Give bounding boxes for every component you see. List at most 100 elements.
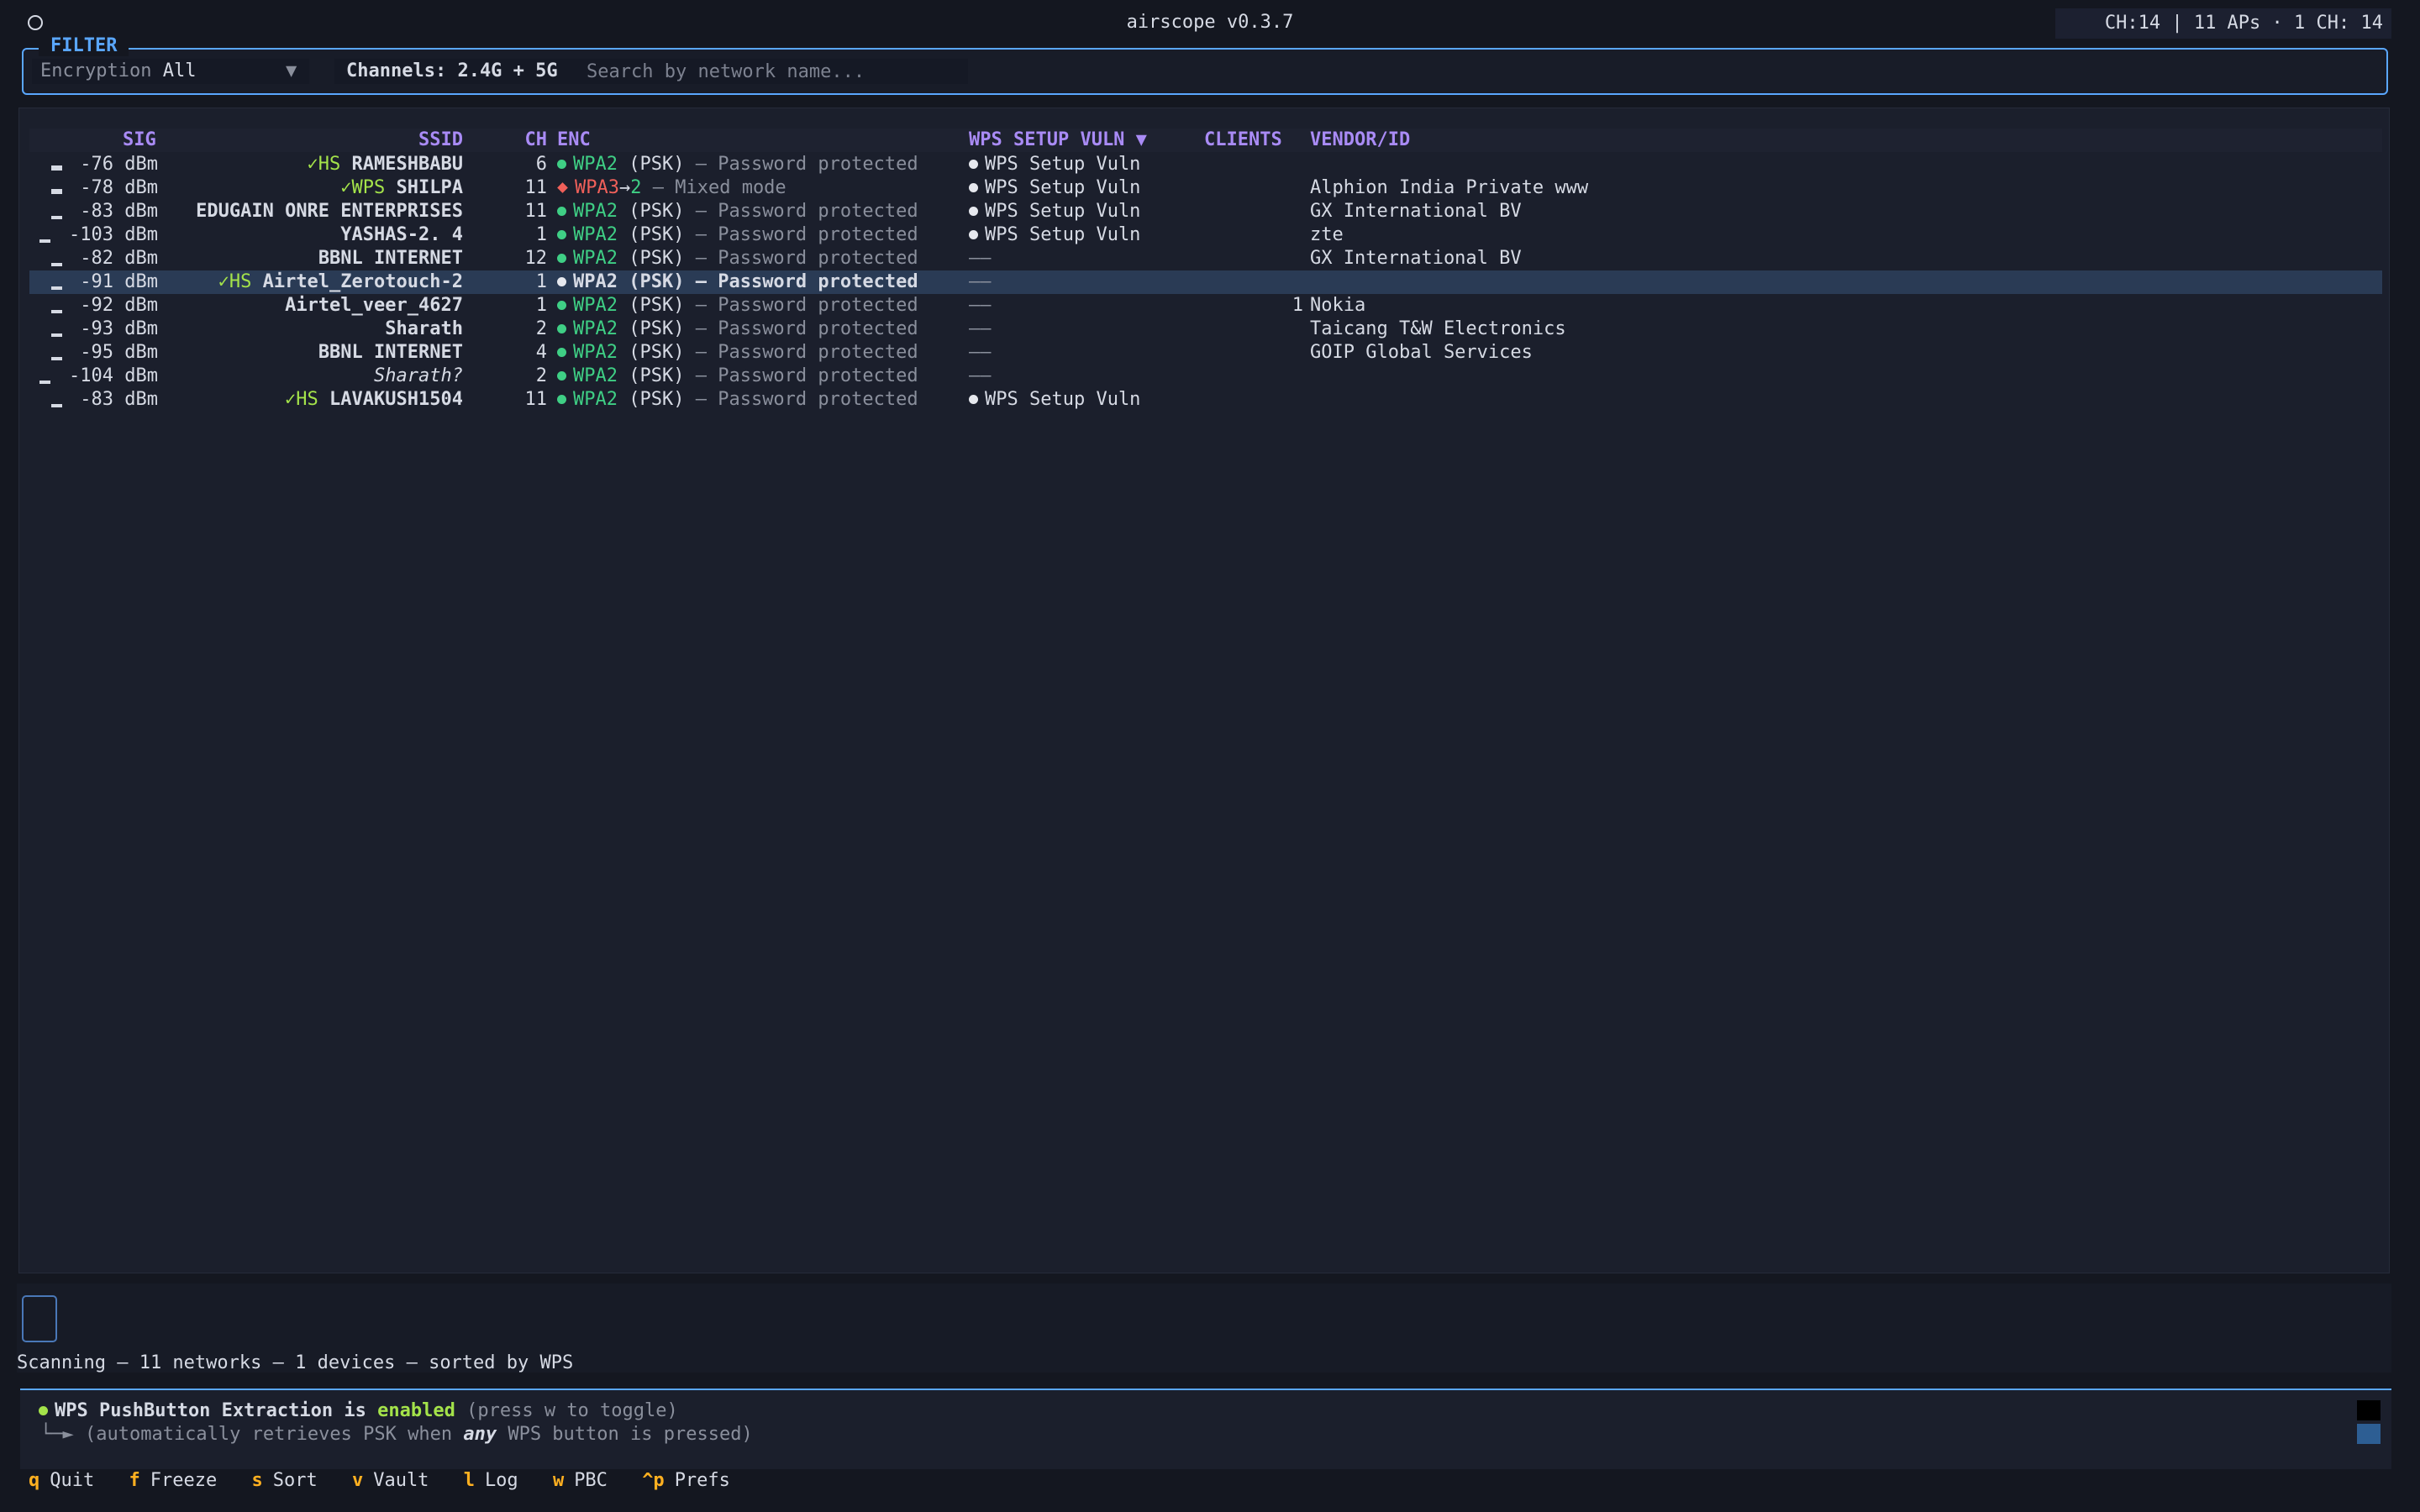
vendor-value: Nokia — [1310, 295, 1366, 316]
channels-toggle[interactable]: Channels: 2.4G + 5G — [346, 59, 558, 84]
enc-type: WPA2 — [573, 318, 618, 339]
enc-mode: (PSK) — [629, 154, 685, 175]
enc-cell: WPA2 (PSK) – Password protected — [557, 341, 918, 365]
wps-value: WPS Setup Vuln — [985, 389, 1141, 410]
table-row[interactable]: -83 dBm ✓HS LAVAKUSH1504 11 WPA2 (PSK) – Pa… — [29, 388, 2382, 412]
chevron-down-icon[interactable]: ▼ — [286, 59, 297, 84]
table-row[interactable]: -92 dBm Airtel_veer_4627 1 WPA2 (PSK) – Pas… — [29, 294, 2382, 318]
enc-type: WPA2 — [573, 295, 618, 316]
channel-value: 1 — [535, 224, 547, 245]
signal-value: -95 dBm — [80, 342, 158, 363]
signal-value: -103 dBm — [69, 224, 158, 245]
enc-dot-icon — [557, 371, 566, 381]
enc-desc: – Password protected — [695, 295, 918, 316]
keybind-footer: q Quit f Freeze s Sort v Vault l Log w PBC ^p P… — [29, 1470, 754, 1491]
ssid-cell: ✓HS LAVAKUSH1504 — [164, 388, 463, 412]
ssid-cell: EDUGAIN ONRE ENTERPRISES — [164, 200, 463, 223]
footer-item-pbc[interactable]: w PBC — [553, 1470, 608, 1491]
enc-type: WPA2 — [573, 201, 618, 222]
ssid-name: SHILPA — [396, 177, 463, 198]
enc-dot-icon — [557, 277, 566, 286]
ssid-cell: BBNL INTERNET — [164, 247, 463, 270]
enc-cell: WPA2 (PSK) – Password protected — [557, 365, 918, 388]
channels-filter: Channels: 2.4G + 5G — [334, 59, 968, 84]
table-row[interactable]: -95 dBm BBNL INTERNET 4 WPA2 (PSK) – Passwo… — [29, 341, 2382, 365]
enc-cell: WPA2 (PSK) – Password protected — [557, 294, 918, 318]
table-row[interactable]: -83 dBm EDUGAIN ONRE ENTERPRISES 11 WPA2 (P… — [29, 200, 2382, 223]
ssid-name: Sharath — [385, 318, 463, 339]
col-wps[interactable]: WPS SETUP VULN ▼ — [969, 129, 1147, 152]
table-row[interactable]: -104 dBm Sharath? 2 WPA2 (PSK) – Password p… — [29, 365, 2382, 388]
enc-mode: (PSK) — [629, 295, 685, 316]
col-clients[interactable]: CLIENTS — [1204, 129, 1282, 152]
feature-name: WPS PushButton Extraction — [55, 1400, 334, 1421]
enc-type: WPA2 — [573, 224, 618, 245]
table-row[interactable]: -91 dBm ✓HS Airtel_Zerotouch-2 1 WPA2 (PSK)… — [29, 270, 2382, 294]
title-bar: airscope v0.3.7 CH:14 | 11 APs · 1 CH: 1… — [0, 0, 2420, 47]
table-row[interactable]: -78 dBm ✓WPS SHILPA 11 WPA3→2 – Mixed mode W… — [29, 176, 2382, 200]
enc-desc: – Password protected — [695, 342, 918, 363]
enc-desc: – Password protected — [695, 201, 918, 222]
table-row[interactable]: -93 dBm Sharath 2 WPA2 (PSK) – Password pro… — [29, 318, 2382, 341]
search-input[interactable] — [587, 59, 965, 84]
wps-cell: –– — [969, 270, 992, 294]
log-input[interactable] — [22, 1295, 57, 1342]
wps-value: WPS Setup Vuln — [985, 154, 1141, 175]
signal-value: -83 dBm — [80, 389, 158, 410]
enc-mode: (PSK) — [629, 318, 685, 339]
col-sig[interactable]: SIG — [123, 129, 156, 152]
table-row[interactable]: -103 dBm YASHAS-2. 4 1 WPA2 (PSK) – Passwor… — [29, 223, 2382, 247]
signal-value: -91 dBm — [80, 271, 158, 292]
enc-mode: (PSK) — [629, 224, 685, 245]
wps-value: –– — [969, 295, 992, 316]
enc-cell: WPA2 (PSK) – Password protected — [557, 200, 918, 223]
ssid-name: Airtel_Zerotouch-2 — [262, 271, 463, 292]
enc-type: WPA2 — [573, 248, 618, 269]
enc-cell: WPA2 (PSK) – Password protected — [557, 318, 918, 341]
indicator-square — [2357, 1400, 2381, 1420]
table-row[interactable]: -82 dBm BBNL INTERNET 12 WPA2 (PSK) – Passw… — [29, 247, 2382, 270]
footer-item-vault[interactable]: v Vault — [352, 1470, 429, 1491]
col-enc[interactable]: ENC — [557, 129, 591, 152]
table-row[interactable]: -76 dBm ✓HS RAMESHBABU 6 WPA2 (PSK) – Passw… — [29, 153, 2382, 176]
enc-cell: WPA3→2 – Mixed mode — [557, 176, 786, 200]
col-vendor[interactable]: VENDOR/ID — [1310, 129, 1410, 152]
enc-type: WPA2 — [573, 389, 618, 410]
channel-value: 1 — [535, 271, 547, 292]
encryption-select[interactable]: Encryption All — [32, 59, 309, 84]
vendor-value: Taicang T&W Electronics — [1310, 318, 1566, 339]
enc-desc: – Mixed mode — [652, 177, 786, 198]
enc-desc: – Password protected — [695, 389, 918, 410]
feature-hint: (press w to toggle) — [466, 1400, 678, 1421]
enc-mode: (PSK) — [629, 389, 685, 410]
wps-value: –– — [969, 248, 992, 269]
col-ssid[interactable]: SSID — [281, 129, 463, 152]
signal-value: -92 dBm — [80, 295, 158, 316]
enc-cell: WPA2 (PSK) – Password protected — [557, 270, 918, 294]
wps-cell: WPS Setup Vuln — [969, 153, 1140, 176]
col-ch[interactable]: CH — [500, 129, 548, 152]
wps-dot-icon — [969, 160, 978, 169]
enc-type: WPA2 — [573, 342, 618, 363]
ssid-name: Airtel_veer_4627 — [285, 295, 463, 316]
footer-item-log[interactable]: l Log — [464, 1470, 518, 1491]
ssid-name: EDUGAIN ONRE ENTERPRISES — [196, 201, 463, 222]
footer-item-prefs[interactable]: ^p Prefs — [642, 1470, 730, 1491]
tag-badge: ✓HS — [285, 389, 318, 410]
warning-diamond-icon — [557, 182, 568, 193]
wps-value: –– — [969, 271, 992, 292]
footer-item-freeze[interactable]: f Freeze — [129, 1470, 217, 1491]
enc-desc: – Password protected — [695, 154, 918, 175]
wps-value: –– — [969, 365, 992, 386]
footer-item-sort[interactable]: s Sort — [251, 1470, 317, 1491]
wps-cell: –– — [969, 247, 992, 270]
feature-state: enabled — [377, 1400, 455, 1421]
channel-value: 6 — [535, 154, 547, 175]
enc-desc: – Password protected — [695, 318, 918, 339]
enc-dot-icon — [557, 230, 566, 239]
footer-item-quit[interactable]: q Quit — [29, 1470, 94, 1491]
enc-dot-icon — [557, 207, 566, 216]
channel-status: CH:14 | 11 APs · 1 CH: 14 — [2055, 8, 2391, 39]
enc-cell: WPA2 (PSK) – Password protected — [557, 388, 918, 412]
ssid-cell: ✓WPS SHILPA — [164, 176, 463, 200]
